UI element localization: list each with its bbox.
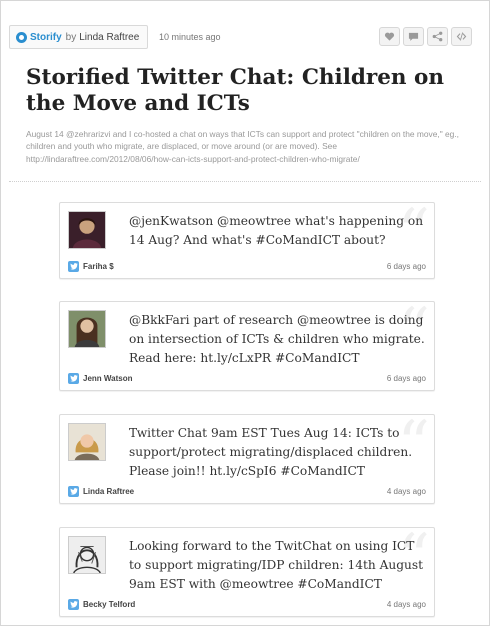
embed-icon xyxy=(456,32,467,41)
tweet-author[interactable]: Linda Raftree xyxy=(83,487,134,496)
tweet-card[interactable]: “ Twitter Chat 9am EST Tues Aug 14: ICTs… xyxy=(59,414,435,504)
story-page: Storify by Linda Raftree 10 minutes ago … xyxy=(0,0,490,626)
tweet-author[interactable]: Becky Telford xyxy=(83,600,135,609)
tweet-meta: Becky Telford 4 days ago xyxy=(68,598,426,610)
tweet-card[interactable]: “ @BkkFari part of research @meowtree is… xyxy=(59,301,435,391)
tweet-meta: Fariha $ 6 days ago xyxy=(68,260,426,272)
user-avatar-icon[interactable] xyxy=(68,536,106,574)
story-byline[interactable]: Storify by Linda Raftree xyxy=(9,25,149,49)
storify-logo-icon xyxy=(16,31,27,43)
story-actions xyxy=(379,27,472,46)
tweet-time[interactable]: 6 days ago xyxy=(387,374,426,383)
user-avatar-icon[interactable] xyxy=(68,310,106,348)
tweet-meta: Linda Raftree 4 days ago xyxy=(68,485,426,497)
tweet-time[interactable]: 4 days ago xyxy=(387,600,426,609)
byline-by: by xyxy=(65,31,77,43)
story-description: August 14 @zehrarizvi and I co-hosted a … xyxy=(26,129,459,164)
user-avatar-icon[interactable] xyxy=(68,211,106,249)
tweet-time[interactable]: 4 days ago xyxy=(387,487,426,496)
tweet-text: Twitter Chat 9am EST Tues Aug 14: ICTs t… xyxy=(129,426,413,479)
header-divider xyxy=(9,181,481,182)
author-link[interactable]: Linda Raftree xyxy=(79,32,139,43)
like-icon xyxy=(384,32,395,41)
tweet-text: @jenKwatson @meowtree what's happening o… xyxy=(129,214,424,248)
tweet-text: Looking forward to the TwitChat on using… xyxy=(129,539,424,592)
tweet-time[interactable]: 6 days ago xyxy=(387,262,426,271)
share-icon xyxy=(432,31,443,42)
user-avatar-icon[interactable] xyxy=(68,423,106,461)
share-button[interactable] xyxy=(427,27,448,46)
tweet-author[interactable]: Jenn Watson xyxy=(83,374,132,383)
tweet-text: @BkkFari part of research @meowtree is d… xyxy=(129,313,425,366)
like-button[interactable] xyxy=(379,27,400,46)
brand-name: Storify xyxy=(30,31,62,43)
twitter-bird-icon xyxy=(68,485,79,497)
comment-button[interactable] xyxy=(403,27,424,46)
tweet-card[interactable]: “ Looking forward to the TwitChat on usi… xyxy=(59,527,435,617)
twitter-bird-icon xyxy=(68,260,79,272)
tweet-meta: Jenn Watson 6 days ago xyxy=(68,372,426,384)
posted-time: 10 minutes ago xyxy=(159,32,221,42)
embed-button[interactable] xyxy=(451,27,472,46)
story-title: Storified Twitter Chat: Children on the … xyxy=(26,65,445,116)
twitter-bird-icon xyxy=(68,598,79,610)
tweet-card[interactable]: “ @jenKwatson @meowtree what's happening… xyxy=(59,202,435,279)
tweet-author[interactable]: Fariha $ xyxy=(83,262,114,271)
comment-icon xyxy=(408,32,419,41)
twitter-bird-icon xyxy=(68,372,79,384)
